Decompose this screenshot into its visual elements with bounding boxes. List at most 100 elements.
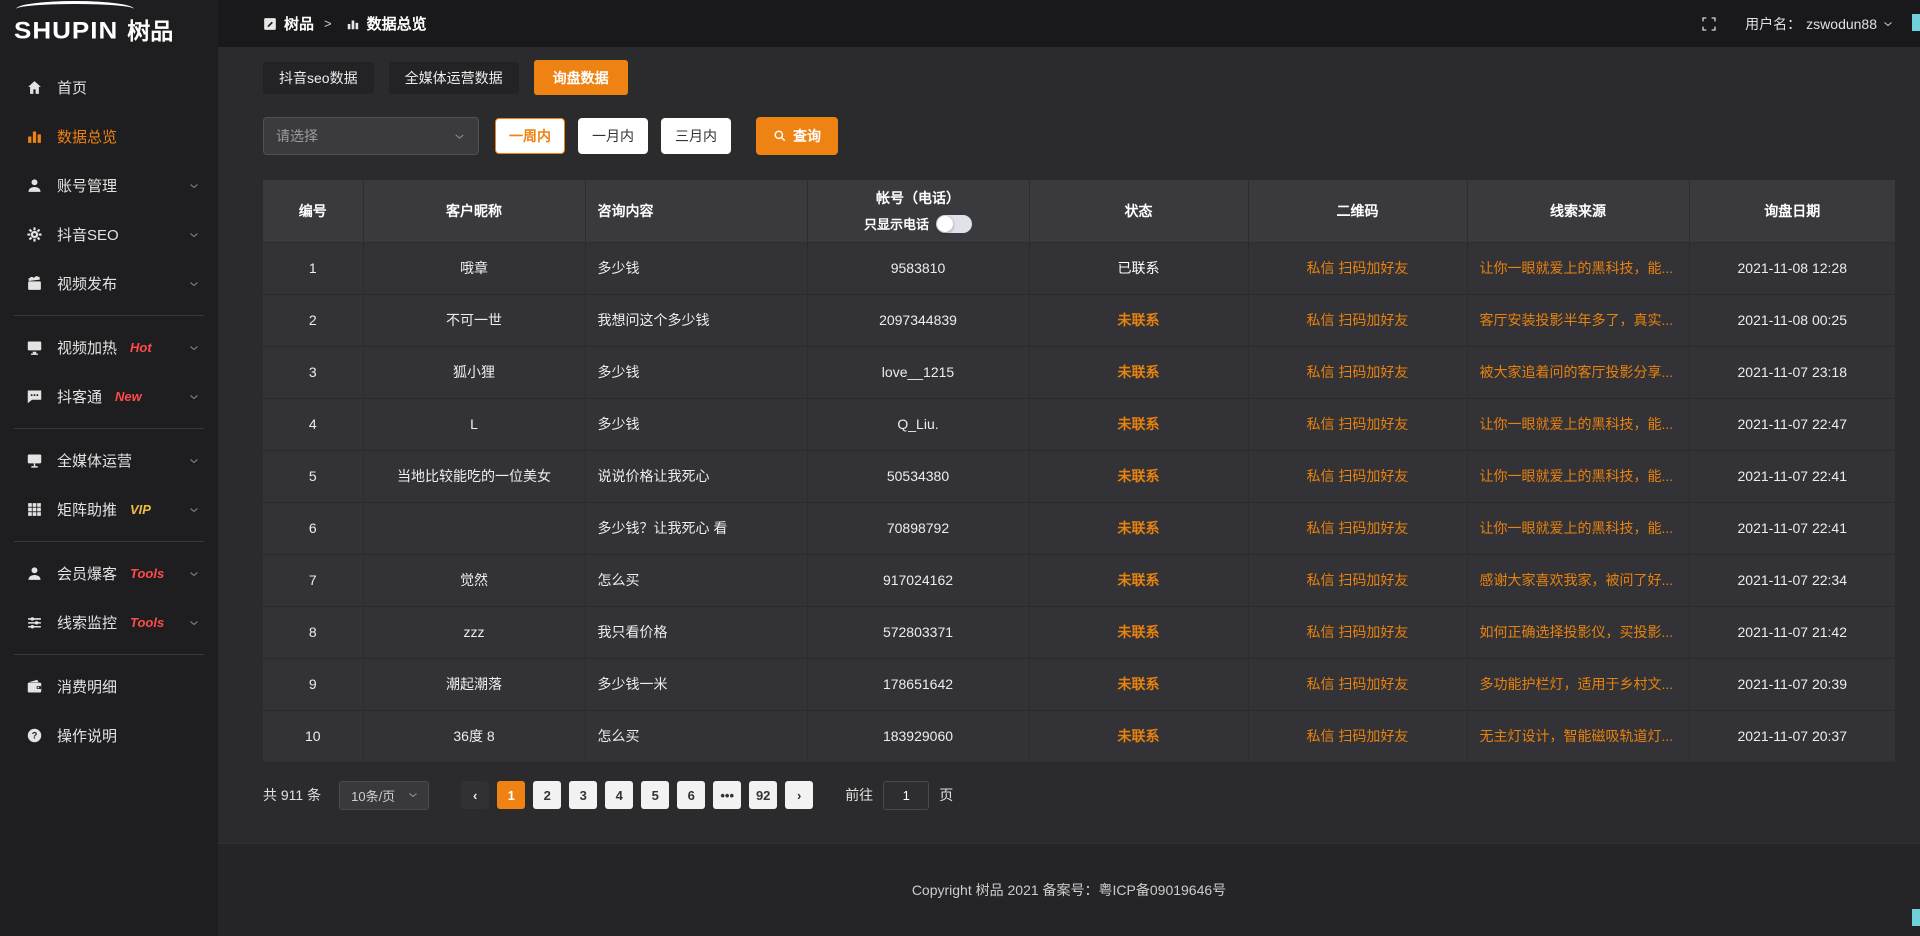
sidebar-item-lead-monitoring[interactable]: 线索监控Tools <box>0 598 218 647</box>
cell-lead-source[interactable]: 无主灯设计，智能磁吸轨道灯... <box>1467 710 1689 762</box>
page-button-2[interactable]: 2 <box>533 781 561 809</box>
chat-icon <box>25 388 43 406</box>
chevron-down-icon <box>188 617 200 629</box>
range-one-week-button[interactable]: 一周内 <box>495 118 565 154</box>
select-placeholder: 请选择 <box>276 126 318 146</box>
grid-icon <box>25 501 43 519</box>
cell-lead-source[interactable]: 让你一眼就爱上的黑科技，能... <box>1467 502 1689 554</box>
breadcrumb-root[interactable]: 树品 <box>284 13 314 34</box>
cell-qr-actions[interactable]: 私信 扫码加好友 <box>1248 242 1467 294</box>
cell-nickname: 不可一世 <box>363 294 585 346</box>
cell-lead-source[interactable]: 让你一眼就爱上的黑科技，能... <box>1467 242 1689 294</box>
svg-text:?: ? <box>31 731 37 741</box>
cell-lead-source[interactable]: 如何正确选择投影仪，买投影... <box>1467 606 1689 658</box>
col-header-nickname: 客户昵称 <box>363 180 585 242</box>
cell-account: 2097344839 <box>807 294 1029 346</box>
sidebar-item-video-publish[interactable]: 视频发布 <box>0 259 218 308</box>
table-row: 7觉然怎么买917024162未联系私信 扫码加好友感谢大家喜欢我家，被问了好.… <box>263 554 1895 606</box>
edit-board-icon <box>263 17 277 31</box>
cell-qr-actions[interactable]: 私信 扫码加好友 <box>1248 658 1467 710</box>
cell-qr-actions[interactable]: 私信 扫码加好友 <box>1248 294 1467 346</box>
cell-account: 917024162 <box>807 554 1029 606</box>
cell-qr-actions[interactable]: 私信 扫码加好友 <box>1248 554 1467 606</box>
cell-qr-actions[interactable]: 私信 扫码加好友 <box>1248 346 1467 398</box>
cell-account: 70898792 <box>807 502 1029 554</box>
sidebar-item-douyin-seo[interactable]: 抖音SEO <box>0 210 218 259</box>
cell-lead-source[interactable]: 客厅安装投影半年多了，真实... <box>1467 294 1689 346</box>
cell-lead-source[interactable]: 感谢大家喜欢我家，被问了好... <box>1467 554 1689 606</box>
goto-page-input[interactable] <box>883 781 929 810</box>
sidebar-item-omni-media-operation[interactable]: 全媒体运营 <box>0 436 218 485</box>
sidebar-item-video-heating[interactable]: 视频加热Hot <box>0 323 218 372</box>
page-size-value: 10条/页 <box>351 786 395 805</box>
logo-brand-en: SHUPIN <box>14 18 118 42</box>
sidebar: SHUPIN 树品 首页数据总览账号管理抖音SEO视频发布视频加热Hot抖客通N… <box>0 0 218 936</box>
cell-nickname: 36度 8 <box>363 710 585 762</box>
topbar: 树品 > 数据总览 用户名：zswodun88 <box>218 0 1920 47</box>
page-ellipsis[interactable]: ••• <box>713 781 741 809</box>
sidebar-item-douketong[interactable]: 抖客通New <box>0 372 218 421</box>
chevron-down-icon <box>188 180 200 192</box>
prev-page-button[interactable]: ‹ <box>461 781 489 809</box>
account-select[interactable]: 请选择 <box>263 117 479 155</box>
page-button-5[interactable]: 5 <box>641 781 669 809</box>
search-button[interactable]: 查询 <box>756 117 838 155</box>
tab-douyin-seo-data[interactable]: 抖音seo数据 <box>263 62 374 94</box>
sidebar-item-member-baoke[interactable]: 会员爆客Tools <box>0 549 218 598</box>
fullscreen-icon[interactable] <box>1701 16 1717 32</box>
range-three-months-button[interactable]: 三月内 <box>661 118 731 154</box>
chevron-down-icon <box>407 789 419 801</box>
tab-inquiry-data[interactable]: 询盘数据 <box>534 60 628 95</box>
cell-qr-actions[interactable]: 私信 扫码加好友 <box>1248 398 1467 450</box>
cell-qr-actions[interactable]: 私信 扫码加好友 <box>1248 502 1467 554</box>
phone-only-toggle[interactable] <box>936 215 972 233</box>
sidebar-item-label: 账号管理 <box>57 175 117 196</box>
cell-status: 未联系 <box>1029 606 1248 658</box>
sidebar-item-account-management[interactable]: 账号管理 <box>0 161 218 210</box>
video-camera-icon <box>25 275 43 293</box>
wallet-icon <box>25 678 43 696</box>
page-button-6[interactable]: 6 <box>677 781 705 809</box>
page-button-1[interactable]: 1 <box>497 781 525 809</box>
page-button-4[interactable]: 4 <box>605 781 633 809</box>
user-dropdown[interactable]: 用户名：zswodun88 <box>1745 14 1894 34</box>
range-one-month-button[interactable]: 一月内 <box>578 118 648 154</box>
scrollbar-bottom-mark[interactable] <box>1912 909 1920 926</box>
next-page-button[interactable]: › <box>785 781 813 809</box>
sidebar-item-operation-guide[interactable]: ?操作说明 <box>0 711 218 760</box>
display-icon <box>25 339 43 357</box>
sidebar-item-label: 视频发布 <box>57 273 117 294</box>
sidebar-item-consumption-details[interactable]: 消费明细 <box>0 662 218 711</box>
cell-lead-source[interactable]: 多功能护栏灯，适用于乡村文... <box>1467 658 1689 710</box>
sidebar-item-matrix-boost[interactable]: 矩阵助推 VIP <box>0 485 218 534</box>
sidebar-item-label: 矩阵助推 <box>57 499 117 520</box>
table-row: 8zzz我只看价格572803371未联系私信 扫码加好友如何正确选择投影仪，买… <box>263 606 1895 658</box>
breadcrumb: 树品 > 数据总览 <box>263 13 427 34</box>
page-button-92[interactable]: 92 <box>749 781 777 809</box>
page-button-3[interactable]: 3 <box>569 781 597 809</box>
cell-qr-actions[interactable]: 私信 扫码加好友 <box>1248 710 1467 762</box>
cell-lead-source[interactable]: 让你一眼就爱上的黑科技，能... <box>1467 398 1689 450</box>
cell-qr-actions[interactable]: 私信 扫码加好友 <box>1248 450 1467 502</box>
cell-status: 未联系 <box>1029 658 1248 710</box>
sidebar-item-label: 首页 <box>57 77 87 98</box>
page-size-select[interactable]: 10条/页 <box>339 781 429 810</box>
main-column: 树品 > 数据总览 用户名：zswodun88 抖音seo数据 <box>218 0 1920 936</box>
cell-lead-source[interactable]: 让你一眼就爱上的黑科技，能... <box>1467 450 1689 502</box>
sidebar-item-label: 会员爆客 <box>57 563 117 584</box>
cell-inquiry-date: 2021-11-08 12:28 <box>1689 242 1895 294</box>
tab-omni-media-data[interactable]: 全媒体运营数据 <box>389 62 519 94</box>
logo-arc-decoration <box>16 1 134 17</box>
cell-no: 5 <box>263 450 363 502</box>
cell-lead-source[interactable]: 被大家追着问的客厅投影分享... <box>1467 346 1689 398</box>
cell-inquiry-date: 2021-11-07 23:18 <box>1689 346 1895 398</box>
table-row: 4L多少钱Q_Liu.未联系私信 扫码加好友让你一眼就爱上的黑科技，能...20… <box>263 398 1895 450</box>
cell-inquiry-date: 2021-11-07 22:41 <box>1689 450 1895 502</box>
cell-qr-actions[interactable]: 私信 扫码加好友 <box>1248 606 1467 658</box>
sidebar-item-home[interactable]: 首页 <box>0 63 218 112</box>
sidebar-item-badge: VIP <box>130 502 151 517</box>
cell-inquiry-date: 2021-11-08 00:25 <box>1689 294 1895 346</box>
scrollbar-top-mark[interactable] <box>1912 14 1920 31</box>
sidebar-item-data-overview[interactable]: 数据总览 <box>0 112 218 161</box>
col-header-status: 状态 <box>1029 180 1248 242</box>
